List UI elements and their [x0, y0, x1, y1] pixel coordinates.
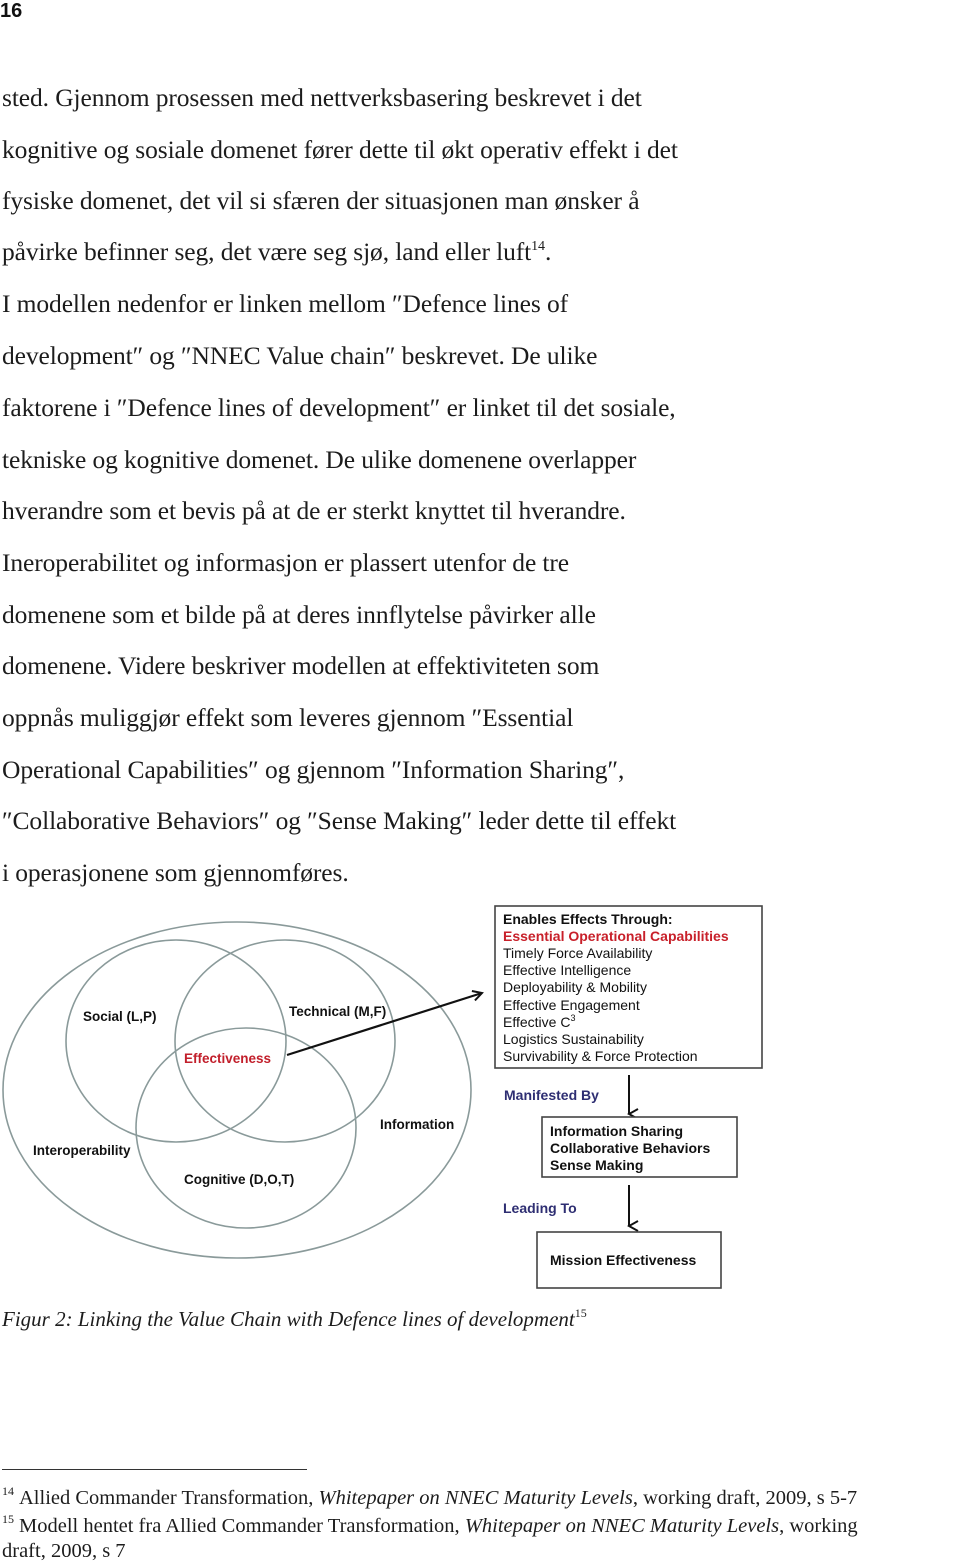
interoperability-label: Interoperability [33, 1143, 131, 1158]
capabilities-box: Enables Effects Through: Essential Opera… [494, 905, 763, 1069]
body-line: ″Collaborative Behaviors″ og ″Sense Maki… [2, 806, 677, 835]
body-line: hverandre som et bevis på at de er sterk… [2, 496, 626, 525]
figure-caption: Figur 2: Linking the Value Chain with De… [2, 1306, 587, 1332]
body-line-text: påvirke befinner seg, det være seg sjø, … [2, 237, 532, 266]
body-line: faktorene i ″Defence lines of developmen… [2, 393, 676, 422]
footnote-15: 15 Modell hentet fra Allied Commander Tra… [2, 1512, 858, 1538]
body-line: Ineroperabilitet og informasjon er plass… [2, 548, 570, 577]
footnote-title: Whitepaper on NNEC Maturity Levels [318, 1487, 633, 1509]
footnote-15-continuation: draft, 2009, s 7 [2, 1540, 126, 1562]
footnote-text: Allied Commander Transformation, [19, 1487, 319, 1509]
social-circle [65, 939, 287, 1143]
capabilities-subheading: Essential Operational Capabilities [503, 928, 729, 944]
footnote-reference-15[interactable]: 15 [575, 1306, 587, 1320]
footnote-title: Whitepaper on NNEC Maturity Levels [464, 1515, 780, 1537]
manifested-by-label: Manifested By [504, 1087, 599, 1103]
body-line: tekniske og kognitive domenet. De ulike … [2, 445, 637, 474]
body-line: Operational Capabilities″ og gjennom ″In… [2, 755, 625, 784]
capability-item-text: Effective C [503, 1014, 570, 1030]
body-line: kognitive og sosiale domenet fører dette… [2, 135, 678, 164]
technical-label: Technical (M,F) [289, 1004, 386, 1019]
page-number: 16 [0, 0, 23, 22]
manifested-item: Information Sharing [550, 1123, 683, 1139]
information-label: Information [380, 1117, 454, 1132]
c3-superscript: 3 [570, 1013, 575, 1023]
cognitive-label: Cognitive (D,O,T) [184, 1172, 294, 1187]
manifested-item: Sense Making [550, 1157, 643, 1173]
footnote-14: 14 Allied Commander Transformation, White… [2, 1484, 857, 1510]
leading-to-label: Leading To [503, 1200, 577, 1216]
footnote-number: 15 [2, 1512, 14, 1526]
capability-item: Effective Engagement [503, 997, 640, 1013]
effectiveness-label: Effectiveness [184, 1051, 271, 1066]
capability-item: Logistics Sustainability [503, 1031, 644, 1047]
footnote-text: Modell hentet fra Allied Commander Trans… [19, 1515, 465, 1537]
mission-effectiveness-label: Mission Effectiveness [550, 1252, 696, 1268]
social-label: Social (L,P) [83, 1009, 157, 1024]
mission-effectiveness-box: Mission Effectiveness [536, 1231, 722, 1289]
figure-value-chain-diagram: Social (L,P) Technical (M,F) Effectivene… [0, 890, 960, 1300]
outer-ellipse [2, 921, 472, 1259]
diagram-svg: Social (L,P) Technical (M,F) Effectivene… [2, 905, 763, 1289]
body-line: development″ og ″NNEC Value chain″ beskr… [2, 341, 598, 370]
capability-item: Effective Intelligence [503, 962, 631, 978]
body-line: domenene. Videre beskriver modellen at e… [2, 651, 600, 680]
body-line: oppnås muliggjør effekt som leveres gjen… [2, 703, 574, 732]
body-line: i operasjonene som gjennomføres. [2, 858, 349, 887]
body-line-period: . [544, 237, 552, 266]
manifested-box: Information Sharing Collaborative Behavi… [541, 1116, 738, 1178]
venn-diagram: Social (L,P) Technical (M,F) Effectivene… [2, 921, 482, 1259]
body-line: fysiske domenet, det vil si sfæren der s… [2, 186, 640, 215]
footnote-text: , working [779, 1515, 858, 1537]
capabilities-heading: Enables Effects Through: [503, 911, 673, 927]
capability-item-c3: Effective C3 [503, 1013, 575, 1030]
manifested-item: Collaborative Behaviors [550, 1140, 710, 1156]
body-line: domenene som et bilde på at deres innfly… [2, 600, 596, 629]
body-line-with-footnote: påvirke befinner seg, det være seg sjø, … [2, 237, 551, 267]
footnote-separator [2, 1469, 307, 1470]
capability-item: Timely Force Availability [503, 945, 652, 961]
footnote-text: , working draft, 2009, s 5-7 [632, 1487, 858, 1509]
body-line: I modellen nedenfor er linken mellom ″De… [2, 289, 569, 318]
caption-text: Figur 2: Linking the Value Chain with De… [2, 1307, 575, 1331]
capability-item: Survivability & Force Protection [503, 1048, 698, 1064]
body-line: sted. Gjennom prosessen med nettverksbas… [2, 83, 642, 112]
footnote-number: 14 [2, 1484, 14, 1498]
capability-item: Deployability & Mobility [503, 979, 647, 995]
technical-circle [174, 939, 396, 1143]
footnote-reference-14[interactable]: 14 [531, 239, 545, 254]
